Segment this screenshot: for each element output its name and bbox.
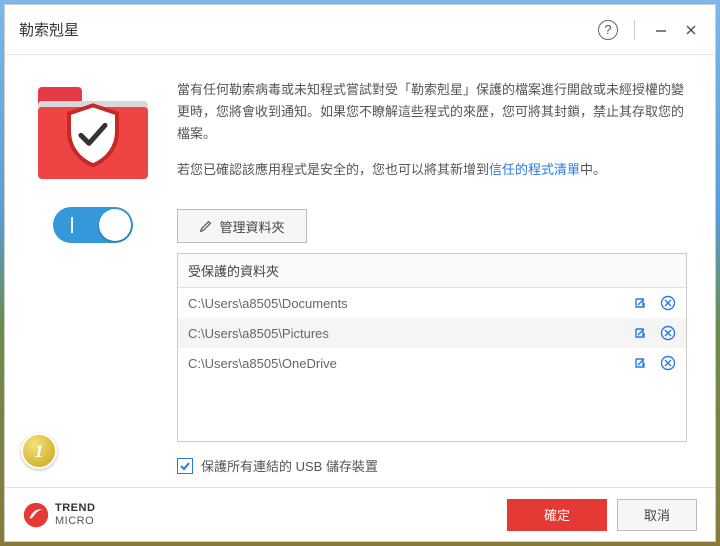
protection-icon	[38, 79, 148, 179]
step-badge: 1	[21, 433, 57, 469]
manage-folders-button[interactable]: 管理資料夾	[177, 209, 307, 243]
manage-button-label: 管理資料夾	[219, 217, 284, 236]
desc2-prefix: 若您已確認該應用程式是安全的，您也可以將其新增到	[177, 162, 489, 177]
table-row[interactable]: C:\Users\a8505\Documents	[178, 288, 686, 318]
folder-path: C:\Users\a8505\Documents	[188, 296, 632, 311]
dialog-footer: TRENDMICRO 確定 取消	[5, 487, 715, 541]
separator	[634, 20, 635, 40]
remove-folder-icon[interactable]	[660, 295, 676, 311]
pencil-icon	[199, 219, 213, 233]
protection-toggle[interactable]	[53, 207, 133, 243]
open-folder-icon[interactable]	[632, 325, 648, 341]
open-folder-icon[interactable]	[632, 295, 648, 311]
cancel-button[interactable]: 取消	[617, 499, 697, 531]
titlebar-controls: ?	[598, 20, 701, 40]
description-text: 當有任何勒索病毒或未知程式嘗試對受「勒索剋星」保護的檔案進行開啟或未經授權的變更…	[177, 79, 687, 145]
titlebar: 勒索剋星 ?	[5, 5, 715, 55]
ransomware-protection-dialog: 勒索剋星 ?	[4, 4, 716, 542]
minimize-button[interactable]	[651, 20, 671, 40]
close-button[interactable]	[681, 20, 701, 40]
desc2-suffix: 中。	[580, 162, 606, 177]
window-title: 勒索剋星	[19, 19, 598, 40]
ok-button[interactable]: 確定	[507, 499, 607, 531]
left-column	[33, 79, 153, 475]
help-icon[interactable]: ?	[598, 20, 618, 40]
dialog-body: 當有任何勒索病毒或未知程式嘗試對受「勒索剋星」保護的檔案進行開啟或未經授權的變更…	[5, 55, 715, 487]
table-row[interactable]: C:\Users\a8505\Pictures	[178, 318, 686, 348]
usb-checkbox[interactable]	[177, 458, 193, 474]
folder-path: C:\Users\a8505\Pictures	[188, 326, 632, 341]
right-column: 當有任何勒索病毒或未知程式嘗試對受「勒索剋星」保護的檔案進行開啟或未經授權的變更…	[177, 79, 687, 475]
usb-checkbox-label: 保護所有連結的 USB 儲存裝置	[201, 456, 378, 475]
shield-icon	[65, 103, 121, 167]
description-text-2: 若您已確認該應用程式是安全的，您也可以將其新增到信任的程式清單中。	[177, 159, 687, 181]
open-folder-icon[interactable]	[632, 355, 648, 371]
brand-text: TRENDMICRO	[55, 502, 95, 526]
protected-folders-list: 受保護的資料夾 C:\Users\a8505\Documents C:\User…	[177, 253, 687, 442]
trusted-programs-link[interactable]: 信任的程式清單	[489, 162, 580, 177]
usb-protection-row: 保護所有連結的 USB 儲存裝置	[177, 456, 687, 475]
table-row[interactable]: C:\Users\a8505\OneDrive	[178, 348, 686, 378]
list-header: 受保護的資料夾	[178, 254, 686, 288]
list-body: C:\Users\a8505\Documents C:\Users\a8505\…	[178, 288, 686, 441]
remove-folder-icon[interactable]	[660, 355, 676, 371]
trend-micro-logo-icon	[23, 502, 49, 528]
brand: TRENDMICRO	[23, 502, 497, 528]
remove-folder-icon[interactable]	[660, 325, 676, 341]
folder-path: C:\Users\a8505\OneDrive	[188, 356, 632, 371]
